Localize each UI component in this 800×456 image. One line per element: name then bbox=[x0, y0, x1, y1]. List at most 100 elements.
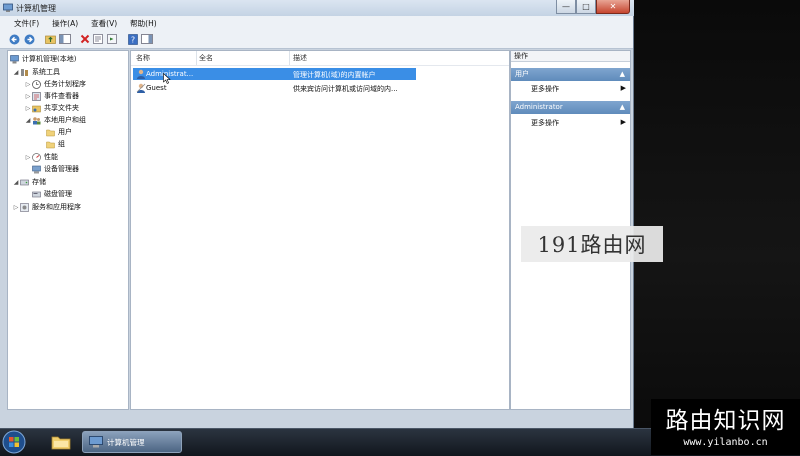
tree-item-local-users-groups[interactable]: ◢ 本地用户和组 bbox=[24, 114, 86, 126]
actions-section-users[interactable]: 用户 ▲ bbox=[511, 68, 630, 81]
column-header-description[interactable]: 描述 bbox=[293, 53, 307, 65]
tree-item-task-scheduler[interactable]: ▷ 任务计划程序 bbox=[24, 78, 86, 90]
user-name: Guest bbox=[146, 84, 167, 92]
show-hide-tree-icon[interactable] bbox=[59, 33, 71, 45]
expand-arrow-icon[interactable]: ▷ bbox=[24, 81, 32, 88]
table-row[interactable]: Administrat... 管理计算机(域)的内置帐户 bbox=[133, 68, 416, 80]
collapse-arrow-icon[interactable]: ◢ bbox=[12, 179, 20, 186]
section-title: 用户 bbox=[515, 70, 529, 78]
disk-icon bbox=[32, 191, 41, 197]
expand-arrow-icon[interactable]: ▷ bbox=[12, 204, 20, 211]
computer-management-icon bbox=[3, 3, 13, 12]
column-divider[interactable] bbox=[196, 51, 197, 65]
menu-view[interactable]: 查看(V) bbox=[91, 18, 117, 29]
properties-icon[interactable] bbox=[92, 33, 104, 45]
collapse-triangle-icon[interactable]: ▲ bbox=[620, 68, 625, 81]
more-actions-item[interactable]: 更多操作 ▶ bbox=[531, 118, 626, 128]
tree-item-groups[interactable]: 组 bbox=[46, 138, 65, 150]
menu-help[interactable]: 帮助(H) bbox=[130, 18, 157, 29]
submenu-arrow-icon: ▶ bbox=[620, 118, 626, 126]
computer-management-taskbar-button[interactable]: 计算机管理 bbox=[82, 431, 182, 453]
menu-file[interactable]: 文件(F) bbox=[14, 18, 39, 29]
collapse-arrow-icon[interactable]: ◢ bbox=[24, 117, 32, 124]
window-title: 计算机管理 bbox=[16, 4, 56, 13]
expand-arrow-icon[interactable]: ▷ bbox=[24, 154, 32, 161]
computer-management-icon bbox=[89, 436, 103, 448]
tree-item-label: 组 bbox=[58, 140, 65, 148]
expand-arrow-icon[interactable]: ▷ bbox=[24, 105, 32, 112]
tree-item-event-viewer[interactable]: ▷ 事件查看器 bbox=[24, 90, 79, 102]
delete-icon[interactable] bbox=[79, 33, 91, 45]
expand-arrow-icon[interactable]: ▷ bbox=[24, 93, 32, 100]
tools-icon bbox=[21, 68, 28, 76]
tree-item-label: 本地用户和组 bbox=[44, 116, 86, 124]
console-tree[interactable]: 计算机管理(本地) ◢ 系统工具 ▷ 任务计划程序 ▷ 事件查看器 ▷ 共享文件… bbox=[7, 50, 129, 410]
performance-icon bbox=[32, 152, 41, 162]
actions-header: 操作 bbox=[511, 51, 630, 62]
forward-arrow-icon[interactable] bbox=[23, 33, 35, 45]
menu-bar: 文件(F) 操作(A) 查看(V) 帮助(H) bbox=[0, 16, 633, 30]
minimize-button[interactable]: — bbox=[556, 0, 576, 14]
tree-item-storage[interactable]: ◢ 存储 bbox=[12, 176, 46, 188]
services-icon bbox=[20, 202, 29, 212]
menu-action[interactable]: 操作(A) bbox=[52, 18, 78, 29]
close-button[interactable]: ✕ bbox=[596, 0, 630, 14]
svg-text:?: ? bbox=[131, 35, 135, 44]
tree-item-disk-management[interactable]: 磁盘管理 bbox=[32, 188, 72, 200]
desktop-background bbox=[634, 0, 800, 428]
tree-item-label: 磁盘管理 bbox=[44, 190, 72, 198]
column-divider[interactable] bbox=[289, 51, 290, 65]
column-header-fullname[interactable]: 全名 bbox=[199, 53, 213, 65]
collapse-triangle-icon[interactable]: ▲ bbox=[620, 101, 625, 114]
submenu-arrow-icon: ▶ bbox=[620, 84, 626, 92]
action-label: 更多操作 bbox=[531, 85, 559, 93]
table-row[interactable]: Guest 供来宾访问计算机或访问域的内... bbox=[133, 82, 416, 94]
toolbar: ? bbox=[0, 30, 633, 49]
show-action-pane-icon[interactable] bbox=[141, 33, 153, 45]
tree-item-system-tools[interactable]: ◢ 系统工具 bbox=[12, 66, 60, 78]
tree-item-users[interactable]: 用户 bbox=[46, 126, 72, 138]
watermark-box: 191路由网 bbox=[521, 226, 663, 262]
collapse-arrow-icon[interactable]: ◢ bbox=[12, 69, 20, 76]
refresh-icon[interactable] bbox=[106, 33, 118, 45]
users-list[interactable]: 名称 全名 描述 Administrat... 管理计算机(域)的内置帐户 Gu… bbox=[130, 50, 510, 410]
user-icon bbox=[136, 83, 146, 93]
tree-item-label: 系统工具 bbox=[32, 68, 60, 76]
watermark-title: 路由知识网 bbox=[665, 408, 786, 434]
computer-management-icon bbox=[10, 54, 19, 63]
tree-item-label: 设备管理器 bbox=[44, 165, 79, 173]
shared-folder-icon bbox=[32, 105, 41, 112]
title-bar[interactable]: 计算机管理 — □ ✕ bbox=[0, 0, 634, 16]
start-orb-icon[interactable] bbox=[2, 430, 26, 454]
back-arrow-icon[interactable] bbox=[8, 33, 20, 45]
tree-item-computer-management[interactable]: 计算机管理(本地) bbox=[10, 53, 76, 65]
clock-icon bbox=[32, 79, 41, 89]
tree-item-label: 用户 bbox=[58, 128, 72, 136]
user-description: 供来宾访问计算机或访问域的内... bbox=[293, 85, 398, 93]
tree-item-services-applications[interactable]: ▷ 服务和应用程序 bbox=[12, 201, 81, 213]
more-actions-item[interactable]: 更多操作 ▶ bbox=[531, 84, 626, 94]
computer-management-window: 计算机管理 — □ ✕ 文件(F) 操作(A) 查看(V) 帮助(H) ? 计算… bbox=[0, 0, 634, 428]
device-manager-icon bbox=[32, 165, 41, 173]
folder-icon bbox=[46, 141, 55, 148]
help-icon[interactable]: ? bbox=[127, 33, 139, 45]
explorer-taskbar-button[interactable] bbox=[45, 431, 77, 453]
tree-item-label: 任务计划程序 bbox=[44, 80, 86, 88]
tree-item-label: 事件查看器 bbox=[44, 92, 79, 100]
taskbar-task-label: 计算机管理 bbox=[107, 437, 145, 447]
user-icon bbox=[137, 69, 145, 79]
tree-item-device-manager[interactable]: 设备管理器 bbox=[32, 163, 79, 175]
section-title: Administrator bbox=[515, 103, 563, 111]
folder-icon bbox=[46, 129, 55, 136]
tree-item-shared-folders[interactable]: ▷ 共享文件夹 bbox=[24, 102, 79, 114]
up-folder-icon[interactable] bbox=[44, 33, 56, 45]
tree-item-label: 性能 bbox=[44, 153, 58, 161]
tree-item-label: 计算机管理(本地) bbox=[22, 55, 77, 63]
tree-item-performance[interactable]: ▷ 性能 bbox=[24, 151, 58, 163]
corner-watermark: 路由知识网 www.yilanbo.cn bbox=[651, 399, 800, 455]
maximize-button[interactable]: □ bbox=[576, 0, 596, 14]
action-label: 更多操作 bbox=[531, 119, 559, 127]
column-header-name[interactable]: 名称 bbox=[136, 53, 150, 65]
tree-item-label: 存储 bbox=[32, 178, 46, 186]
actions-section-administrator[interactable]: Administrator ▲ bbox=[511, 101, 630, 114]
